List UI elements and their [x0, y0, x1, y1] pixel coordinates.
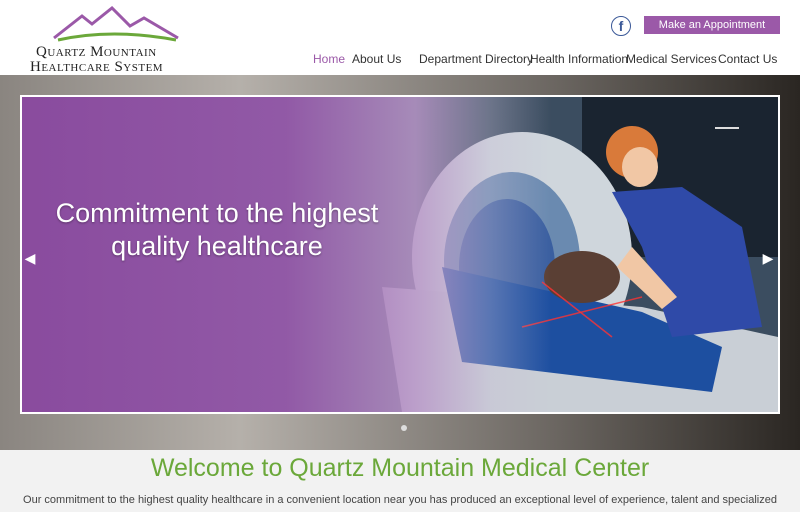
- welcome-text: Our commitment to the highest quality he…: [23, 494, 777, 506]
- slide-dash-indicator: [715, 127, 739, 129]
- facebook-icon[interactable]: f: [611, 16, 631, 36]
- slide-caption-line2: quality healthcare: [111, 231, 323, 261]
- make-appointment-button[interactable]: Make an Appointment: [644, 16, 780, 34]
- prev-slide-arrow-icon[interactable]: ◀: [24, 250, 36, 266]
- mountain-logo-icon: [53, 6, 179, 42]
- nav-item-about-us[interactable]: About Us: [352, 52, 401, 66]
- next-slide-arrow-icon[interactable]: ▶: [762, 250, 774, 266]
- main-nav: Home About Us Department Directory Healt…: [0, 52, 800, 66]
- nav-item-home[interactable]: Home: [313, 52, 345, 66]
- slide-caption-line1: Commitment to the highest: [55, 198, 379, 228]
- nav-item-medical-services[interactable]: Medical Services: [626, 52, 717, 66]
- slide-caption: Commitment to the highest quality health…: [22, 197, 412, 263]
- welcome-section: Welcome to Quartz Mountain Medical Cente…: [0, 450, 800, 512]
- hero-banner: Commitment to the highest quality health…: [0, 75, 800, 450]
- slide-pager-dot[interactable]: [401, 425, 407, 431]
- welcome-title: Welcome to Quartz Mountain Medical Cente…: [150, 454, 650, 482]
- site-header: Quartz Mountain Healthcare System f Make…: [0, 0, 800, 75]
- hero-slide: Commitment to the highest quality health…: [20, 95, 780, 414]
- nav-item-department-directory[interactable]: Department Directory: [419, 52, 533, 66]
- nav-item-contact-us[interactable]: Contact Us: [718, 52, 777, 66]
- nav-item-health-information[interactable]: Health Information: [530, 52, 628, 66]
